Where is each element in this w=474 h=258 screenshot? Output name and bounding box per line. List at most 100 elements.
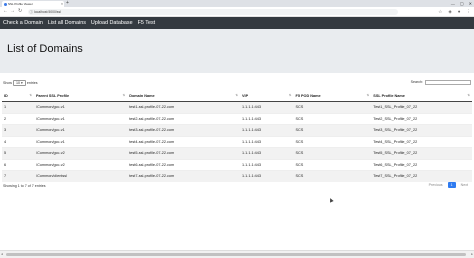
table-row: 2 /Common/gcc-v1 test2-ssl-profile-07-22… xyxy=(2,112,472,125)
table-row: 3 /Common/gcc-v1 test3-ssl-profile-07-22… xyxy=(2,124,472,136)
table-row: 6 /Common/gcc-v2 test6-ssl-profile-07-22… xyxy=(2,158,472,171)
reload-icon[interactable]: ↻ xyxy=(18,8,22,15)
table-search: Search: xyxy=(411,80,471,85)
cell-parent-ssl-profile: /Common/clientssl xyxy=(34,170,128,182)
site-navbar: Check a Domain List all Domains Upload D… xyxy=(0,17,474,29)
tab-title: SSL Profile Viewer xyxy=(8,2,33,6)
search-input[interactable] xyxy=(425,80,471,85)
cell-id: 5 xyxy=(2,147,35,159)
browser-tabstrip: SSL Profile Viewer × + — ▢ ✕ xyxy=(0,0,474,7)
back-icon[interactable]: ← xyxy=(3,8,8,15)
cell-f5-pod-name: SCS xyxy=(293,170,372,182)
sort-icon: ⇅ xyxy=(235,93,238,97)
page-title: List of Domains xyxy=(7,43,83,55)
cell-domain-name: test1-ssl-profile-07-22.com xyxy=(127,101,240,113)
column-header-domain-name[interactable]: Domain Name ⇅ xyxy=(127,90,240,102)
show-label: Show xyxy=(3,81,12,85)
cell-id: 1 xyxy=(2,101,35,113)
cell-parent-ssl-profile: /Common/gcc-v2 xyxy=(34,147,128,159)
sort-icon: ⇅ xyxy=(366,93,370,97)
cell-ssl-profile-name: Test3_SSL_Profile_07_22 xyxy=(371,124,472,136)
search-label: Search: xyxy=(410,80,423,85)
star-icon[interactable]: ☆ xyxy=(438,8,442,15)
nav-f5-test[interactable]: F5 Test xyxy=(138,20,156,26)
sort-icon: ⇅ xyxy=(122,93,126,97)
cell-f5-pod-name: SCS xyxy=(293,112,372,125)
cell-parent-ssl-profile: /Common/gcc-v1 xyxy=(34,124,128,136)
menu-icon[interactable]: ⋮ xyxy=(467,8,472,15)
sort-icon: ⇅ xyxy=(288,93,292,97)
table-row: 4 /Common/gcc-v1 test4-ssl-profile-07-22… xyxy=(2,135,472,148)
cell-f5-pod-name: SCS xyxy=(293,124,372,136)
cell-vip: 1.1.1.1:443 xyxy=(240,124,294,136)
cell-ssl-profile-name: Test1_SSL_Profile_07_22 xyxy=(371,101,472,113)
table-row: 7 /Common/clientssl test7-ssl-profile-07… xyxy=(2,170,472,182)
url-text: localhost:5000/ssl xyxy=(34,9,61,14)
info-icon[interactable]: ⓘ xyxy=(30,9,34,15)
address-bar[interactable]: ⓘ localhost:5000/ssl xyxy=(28,8,398,15)
cell-ssl-profile-name: Test2_SSL_Profile_07_22 xyxy=(371,112,472,125)
cell-domain-name: test4-ssl-profile-07-22.com xyxy=(127,135,240,148)
page-button-1[interactable]: 1 xyxy=(447,182,456,188)
cell-domain-name: test3-ssl-profile-07-22.com xyxy=(127,124,240,136)
cell-id: 6 xyxy=(2,158,35,171)
column-header-id[interactable]: ID ⇅ xyxy=(2,90,35,102)
scroll-left-icon[interactable]: ◂ xyxy=(1,251,3,257)
cell-f5-pod-name: SCS xyxy=(293,158,372,171)
cell-vip: 1.1.1.1:443 xyxy=(240,112,294,125)
close-window-icon[interactable]: ✕ xyxy=(469,0,472,7)
column-header-f5-pod-name[interactable]: F5 POD Name ⇅ xyxy=(293,90,372,102)
browser-toolbar: ← → ↻ ⓘ localhost:5000/ssl ☆ ◈ ● ⋮ xyxy=(0,7,474,17)
nav-upload-database[interactable]: Upload Database xyxy=(91,20,133,26)
forward-icon[interactable]: → xyxy=(10,8,15,15)
pagination: Previous 1 Next xyxy=(426,182,471,188)
column-header-ssl-profile-name[interactable]: SSL Profile Name ⇅ xyxy=(371,90,472,102)
mouse-cursor-icon xyxy=(328,197,334,203)
cell-id: 2 xyxy=(2,112,35,125)
next-button[interactable]: Next xyxy=(458,182,471,188)
scrollbar-thumb[interactable] xyxy=(6,252,466,256)
cell-parent-ssl-profile: /Common/gcc-v2 xyxy=(34,158,128,171)
cell-ssl-profile-name: Test4_SSL_Profile_07_22 xyxy=(371,135,472,148)
cell-id: 4 xyxy=(2,135,35,148)
column-header-vip[interactable]: VIP ⇅ xyxy=(240,90,294,102)
table-header-row: ID ⇅ Parent SSL Profile ⇅ Domain Name ⇅ VIP… xyxy=(2,90,472,102)
previous-button[interactable]: Previous xyxy=(426,182,446,188)
minimize-icon[interactable]: — xyxy=(451,0,455,7)
cell-vip: 1.1.1.1:443 xyxy=(240,135,294,148)
table-info: Showing 1 to 7 of 7 entries xyxy=(3,184,46,188)
table-row: 1 /Common/gcc-v1 test1-ssl-profile-07-22… xyxy=(2,101,472,113)
nav-list-domains[interactable]: List all Domains xyxy=(48,20,86,26)
cell-ssl-profile-name: Test5_SSL_Profile_07_22 xyxy=(371,147,472,159)
entries-select[interactable]: 10 ▾ xyxy=(13,80,26,86)
toolbar-actions: ☆ ◈ ● ⋮ xyxy=(438,8,471,15)
cell-parent-ssl-profile: /Common/gcc-v1 xyxy=(34,112,128,125)
cell-ssl-profile-name: Test6_SSL_Profile_07_22 xyxy=(371,158,472,171)
cell-vip: 1.1.1.1:443 xyxy=(240,147,294,159)
cell-ssl-profile-name: Test7_SSL_Profile_07_22 xyxy=(371,170,472,182)
table-row: 5 /Common/gcc-v2 test5-ssl-profile-07-22… xyxy=(2,147,472,159)
cell-id: 7 xyxy=(2,170,35,182)
domains-table: ID ⇅ Parent SSL Profile ⇅ Domain Name ⇅ VIP… xyxy=(2,90,472,182)
nav-check-domain[interactable]: Check a Domain xyxy=(3,20,43,26)
sort-icon: ⇅ xyxy=(467,93,470,97)
favicon-icon xyxy=(3,2,7,6)
scroll-right-icon[interactable]: ▸ xyxy=(471,251,473,257)
cell-vip: 1.1.1.1:443 xyxy=(240,170,294,182)
entries-label: entries xyxy=(26,81,38,85)
extensions-icon[interactable]: ◈ xyxy=(448,8,451,15)
column-header-parent-ssl-profile[interactable]: Parent SSL Profile ⇅ xyxy=(34,90,128,102)
profile-icon[interactable]: ● xyxy=(458,8,461,15)
page-header: List of Domains xyxy=(0,29,474,73)
cell-id: 3 xyxy=(2,124,35,136)
cell-domain-name: test2-ssl-profile-07-22.com xyxy=(127,112,240,125)
new-tab-icon[interactable]: + xyxy=(66,0,69,7)
cell-f5-pod-name: SCS xyxy=(293,101,372,113)
maximize-icon[interactable]: ▢ xyxy=(460,0,464,7)
window-controls: — ▢ ✕ xyxy=(451,0,472,7)
sort-icon: ⇅ xyxy=(29,93,33,97)
cell-parent-ssl-profile: /Common/gcc-v1 xyxy=(34,135,128,148)
cell-domain-name: test6-ssl-profile-07-22.com xyxy=(127,158,240,171)
cell-parent-ssl-profile: /Common/gcc-v1 xyxy=(34,101,128,113)
cell-domain-name: test7-ssl-profile-07-22.com xyxy=(127,170,240,182)
